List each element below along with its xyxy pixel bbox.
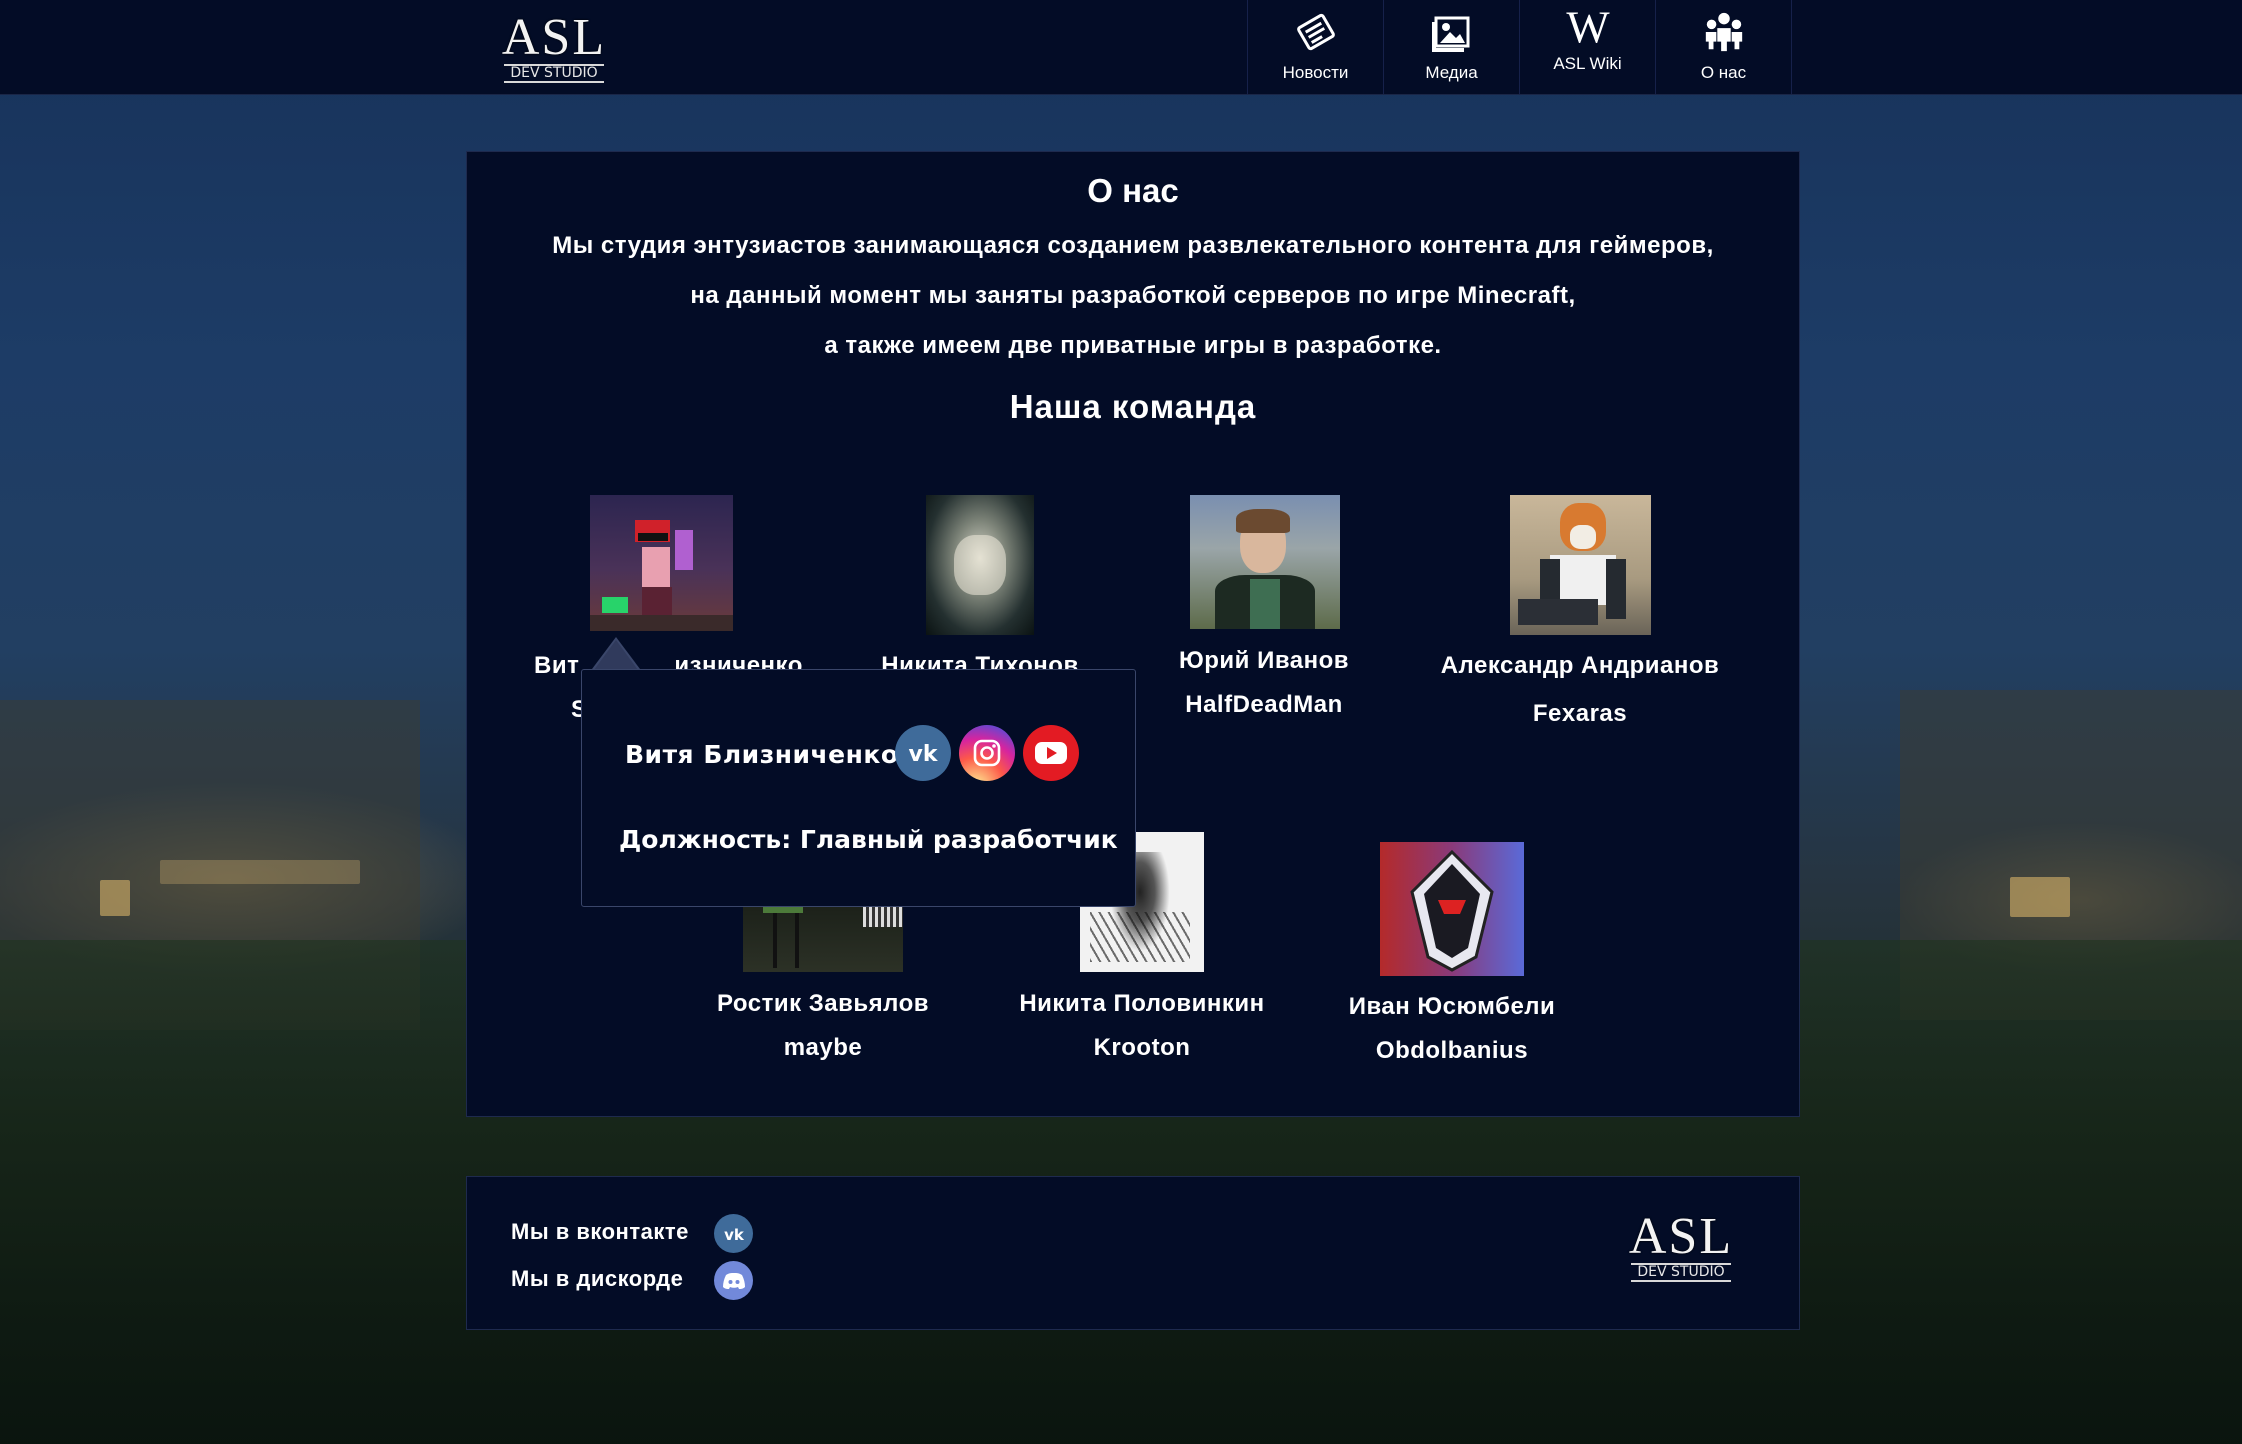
about-line-2: на данный момент мы заняты разработкой с… <box>690 282 1576 309</box>
svg-text:W: W <box>1566 2 1610 50</box>
svg-text:vk: vk <box>724 1227 745 1241</box>
discord-icon[interactable] <box>714 1261 753 1300</box>
top-navbar: ASL DEV STUDIO Новости Медиа W ASL Wiki <box>0 0 2242 95</box>
member-aleksandr: Александр Андрианов Fexaras <box>1440 652 1720 732</box>
team-icon <box>1702 10 1746 54</box>
about-line-3: а также имеем две приватные игры в разра… <box>824 332 1442 359</box>
footer-logo[interactable]: ASL DEV STUDIO <box>1625 1208 1737 1283</box>
avatar-ivan[interactable] <box>1380 842 1524 976</box>
nav-media[interactable]: Медиа <box>1383 0 1519 94</box>
footer-vk-text: Мы в вконтакте <box>511 1219 689 1244</box>
footer-logo-subtext: DEV STUDIO <box>1631 1263 1731 1283</box>
nav-news[interactable]: Новости <box>1247 0 1383 94</box>
logo-text: ASL <box>501 9 607 66</box>
member-name: Юрий Иванов <box>1178 647 1350 674</box>
image-icon <box>1430 10 1474 54</box>
avatar-nikita-t[interactable] <box>926 495 1034 635</box>
main-nav: Новости Медиа W ASL Wiki О нас <box>1247 0 1792 94</box>
footer-logo-text: ASL <box>1628 1208 1734 1265</box>
nav-news-label: Новости <box>1282 63 1349 82</box>
vk-icon[interactable]: vk <box>895 725 951 781</box>
tooltip-name: Витя Близниченко <box>625 740 899 769</box>
tooltip-role: Должность: Главный разработчик <box>619 825 1118 854</box>
logo-subtext: DEV STUDIO <box>504 64 604 84</box>
nav-wiki-label: ASL Wiki <box>1553 54 1622 73</box>
nav-media-label: Медиа <box>1425 63 1478 82</box>
member-name: Ростик Завьялов <box>716 990 930 1017</box>
about-panel: О нас Мы студия энтузиастов занимающаяся… <box>466 151 1800 1117</box>
team-title: Наша команда <box>1009 388 1257 425</box>
avatar-yuriy[interactable] <box>1190 495 1340 629</box>
member-nick: Obdolbanius <box>1375 1037 1529 1064</box>
member-nick: HalfDeadMan <box>1185 691 1343 718</box>
nav-about-label: О нас <box>1700 63 1747 82</box>
avatar-rostik[interactable] <box>743 897 903 972</box>
wiki-icon: W <box>1566 2 1610 50</box>
member-name: Вит <box>534 652 580 679</box>
nav-about[interactable]: О нас <box>1655 0 1792 94</box>
member-nick: Krooton <box>1093 1034 1191 1061</box>
member-ivan: Иван Юсюмбели Obdolbanius <box>1312 993 1592 1073</box>
member-rostik: Ростик Завьялов maybe <box>683 990 963 1070</box>
youtube-icon[interactable] <box>1023 725 1079 781</box>
member-name: Иван Юсюмбели <box>1348 993 1556 1020</box>
news-icon <box>1294 10 1338 54</box>
instagram-icon[interactable] <box>959 725 1015 781</box>
member-tooltip: Витя Близниченко vk Должность: Главный р… <box>581 669 1136 907</box>
nav-wiki[interactable]: W ASL Wiki <box>1519 0 1655 94</box>
member-name: Никита Половинкин <box>1019 990 1265 1017</box>
member-nikita-p: Никита Половинкин Krooton <box>1002 990 1282 1070</box>
page-title: О нас <box>1087 172 1179 209</box>
member-nick: Fexaras <box>1532 700 1628 727</box>
member-nick: maybe <box>783 1034 863 1061</box>
header-logo[interactable]: ASL DEV STUDIO <box>498 9 610 84</box>
footer-discord-text: Мы в дискорде <box>511 1266 684 1291</box>
footer: Мы в вконтакте vk Мы в дискорде ASL DEV … <box>466 1176 1800 1330</box>
member-yuriy: Юрий Иванов HalfDeadMan <box>1124 647 1404 727</box>
about-line-1: Мы студия энтузиастов занимающаяся созда… <box>552 232 1714 259</box>
member-name: Александр Андрианов <box>1440 652 1720 679</box>
avatar-aleksandr[interactable] <box>1510 495 1651 635</box>
vk-icon[interactable]: vk <box>714 1214 753 1253</box>
svg-text:vk: vk <box>909 743 939 763</box>
avatar-vitya[interactable] <box>590 495 733 631</box>
